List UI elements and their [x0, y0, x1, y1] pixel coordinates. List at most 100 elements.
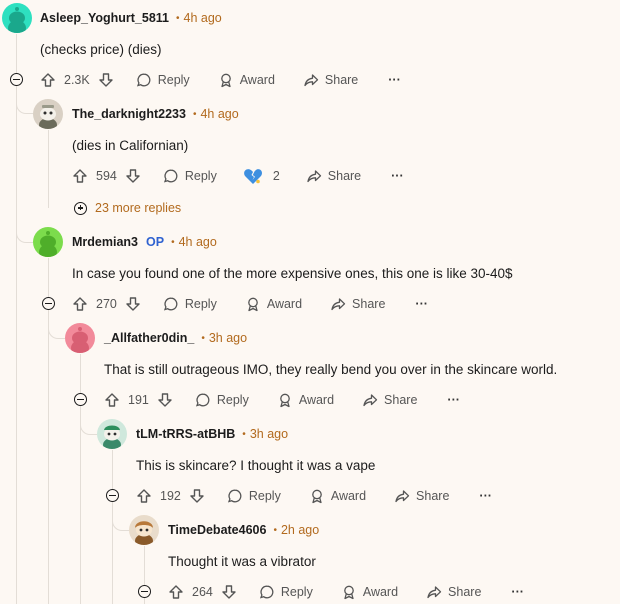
- share-icon: [307, 170, 321, 183]
- upvote-button[interactable]: [72, 296, 88, 312]
- reply-button[interactable]: Reply: [227, 488, 281, 504]
- upvote-button[interactable]: [168, 584, 184, 600]
- username[interactable]: tLM-tRRS-atBHB: [136, 427, 235, 441]
- share-icon: [395, 490, 410, 503]
- thread-line[interactable]: [80, 354, 81, 604]
- avatar[interactable]: [33, 227, 63, 257]
- award-button[interactable]: Award: [277, 392, 334, 408]
- collapse-button[interactable]: [105, 489, 119, 502]
- timestamp[interactable]: 4h ago: [179, 235, 217, 249]
- thread-elbow: [48, 318, 65, 339]
- upvote-button[interactable]: [136, 488, 152, 504]
- more-replies-label: 23 more replies: [95, 201, 182, 215]
- downvote-button[interactable]: [125, 168, 141, 184]
- reply-button[interactable]: Reply: [163, 296, 217, 312]
- more-options-button[interactable]: ···: [415, 297, 428, 311]
- award-label: Award: [362, 585, 399, 599]
- avatar[interactable]: [97, 419, 127, 449]
- separator-dot: •: [201, 332, 205, 344]
- comment-actions: 2.3K Reply Award Share ···: [40, 69, 401, 91]
- share-button[interactable]: Share: [362, 392, 417, 408]
- reply-button[interactable]: Reply: [136, 72, 190, 88]
- award-icon: [343, 585, 354, 600]
- share-button[interactable]: Share: [306, 168, 361, 184]
- username[interactable]: Asleep_Yoghurt_5811: [40, 11, 169, 25]
- timestamp[interactable]: 4h ago: [200, 107, 238, 121]
- username[interactable]: TimeDebate4606: [168, 523, 266, 537]
- collapse-button[interactable]: [73, 393, 87, 406]
- downvote-button[interactable]: [125, 296, 141, 312]
- username[interactable]: The_darknight2233: [72, 107, 186, 121]
- downvote-button[interactable]: [189, 488, 205, 504]
- share-label: Share: [384, 393, 418, 407]
- comment-text: This is skincare? I thought it was a vap…: [136, 458, 376, 473]
- timestamp[interactable]: 3h ago: [250, 427, 288, 441]
- award-label: Award: [266, 297, 303, 311]
- reply-button[interactable]: Reply: [195, 392, 249, 408]
- timestamp[interactable]: 2h ago: [281, 523, 319, 537]
- upvote-button[interactable]: [104, 392, 120, 408]
- separator-dot: •: [171, 236, 175, 248]
- award-button[interactable]: 2: [243, 167, 280, 185]
- upvote-button[interactable]: [40, 72, 56, 88]
- award-label: Award: [239, 73, 275, 87]
- comment-actions: 191 Reply Award Share ···: [104, 389, 460, 411]
- thread-line[interactable]: [16, 34, 17, 604]
- more-options-button[interactable]: ···: [479, 489, 492, 503]
- award-button[interactable]: Award: [309, 488, 366, 504]
- comment-text: (checks price) (dies): [40, 42, 162, 57]
- reply-button[interactable]: Reply: [163, 168, 217, 184]
- username[interactable]: _Allfather0din_: [104, 331, 194, 345]
- reply-label: Reply: [280, 585, 313, 599]
- reply-label: Reply: [184, 169, 217, 183]
- upvote-button[interactable]: [72, 168, 88, 184]
- award-button[interactable]: Award: [245, 296, 302, 312]
- reply-label: Reply: [184, 297, 217, 311]
- collapse-button[interactable]: [9, 73, 23, 86]
- downvote-button[interactable]: [157, 392, 173, 408]
- reply-label: Reply: [248, 489, 281, 503]
- collapse-button[interactable]: [137, 585, 151, 598]
- share-button[interactable]: Share: [394, 488, 449, 504]
- more-options-button[interactable]: ···: [447, 393, 460, 407]
- downvote-icon: [126, 169, 140, 183]
- more-replies-button[interactable]: 23 more replies: [74, 201, 181, 215]
- snoo-avatar-icon: [135, 521, 153, 545]
- award-icon: [311, 489, 322, 504]
- separator-dot: •: [192, 108, 197, 120]
- collapse-button[interactable]: [41, 297, 55, 310]
- timestamp[interactable]: 3h ago: [209, 331, 247, 345]
- thread-line[interactable]: [112, 450, 113, 604]
- comment-bubble-icon: [136, 73, 151, 87]
- thread-line[interactable]: [48, 130, 49, 208]
- username[interactable]: Mrdemian3: [72, 235, 138, 249]
- avatar[interactable]: [2, 3, 32, 33]
- share-button[interactable]: Share: [330, 296, 385, 312]
- reply-label: Reply: [216, 393, 249, 407]
- share-icon: [331, 298, 346, 311]
- reply-button[interactable]: Reply: [259, 584, 313, 600]
- upvote-icon: [73, 169, 87, 183]
- award-button[interactable]: Award: [218, 72, 275, 88]
- more-options-button[interactable]: ···: [388, 73, 401, 87]
- downvote-button[interactable]: [98, 72, 114, 88]
- more-options-button[interactable]: ···: [391, 169, 404, 183]
- avatar[interactable]: [129, 515, 159, 545]
- snoo-avatar-icon: [103, 425, 121, 449]
- timestamp[interactable]: 4h ago: [184, 11, 222, 25]
- award-button[interactable]: Award: [341, 584, 398, 600]
- comment-text: That is still outrageous IMO, they reall…: [104, 362, 558, 377]
- comment-meta: The_darknight2233 • 4h ago: [72, 107, 239, 121]
- separator-dot: •: [242, 428, 246, 440]
- comment-actions: 594 Reply 2 Share ···: [72, 165, 404, 187]
- downvote-icon: [158, 393, 172, 407]
- more-options-button[interactable]: ···: [511, 585, 524, 599]
- thread-elbow: [80, 414, 97, 435]
- comment-meta: TimeDebate4606 • 2h ago: [168, 523, 319, 537]
- avatar[interactable]: [65, 323, 95, 353]
- downvote-button[interactable]: [221, 584, 237, 600]
- share-button[interactable]: Share: [303, 72, 358, 88]
- avatar[interactable]: [33, 99, 63, 129]
- thread-elbow: [16, 95, 33, 114]
- share-button[interactable]: Share: [426, 584, 481, 600]
